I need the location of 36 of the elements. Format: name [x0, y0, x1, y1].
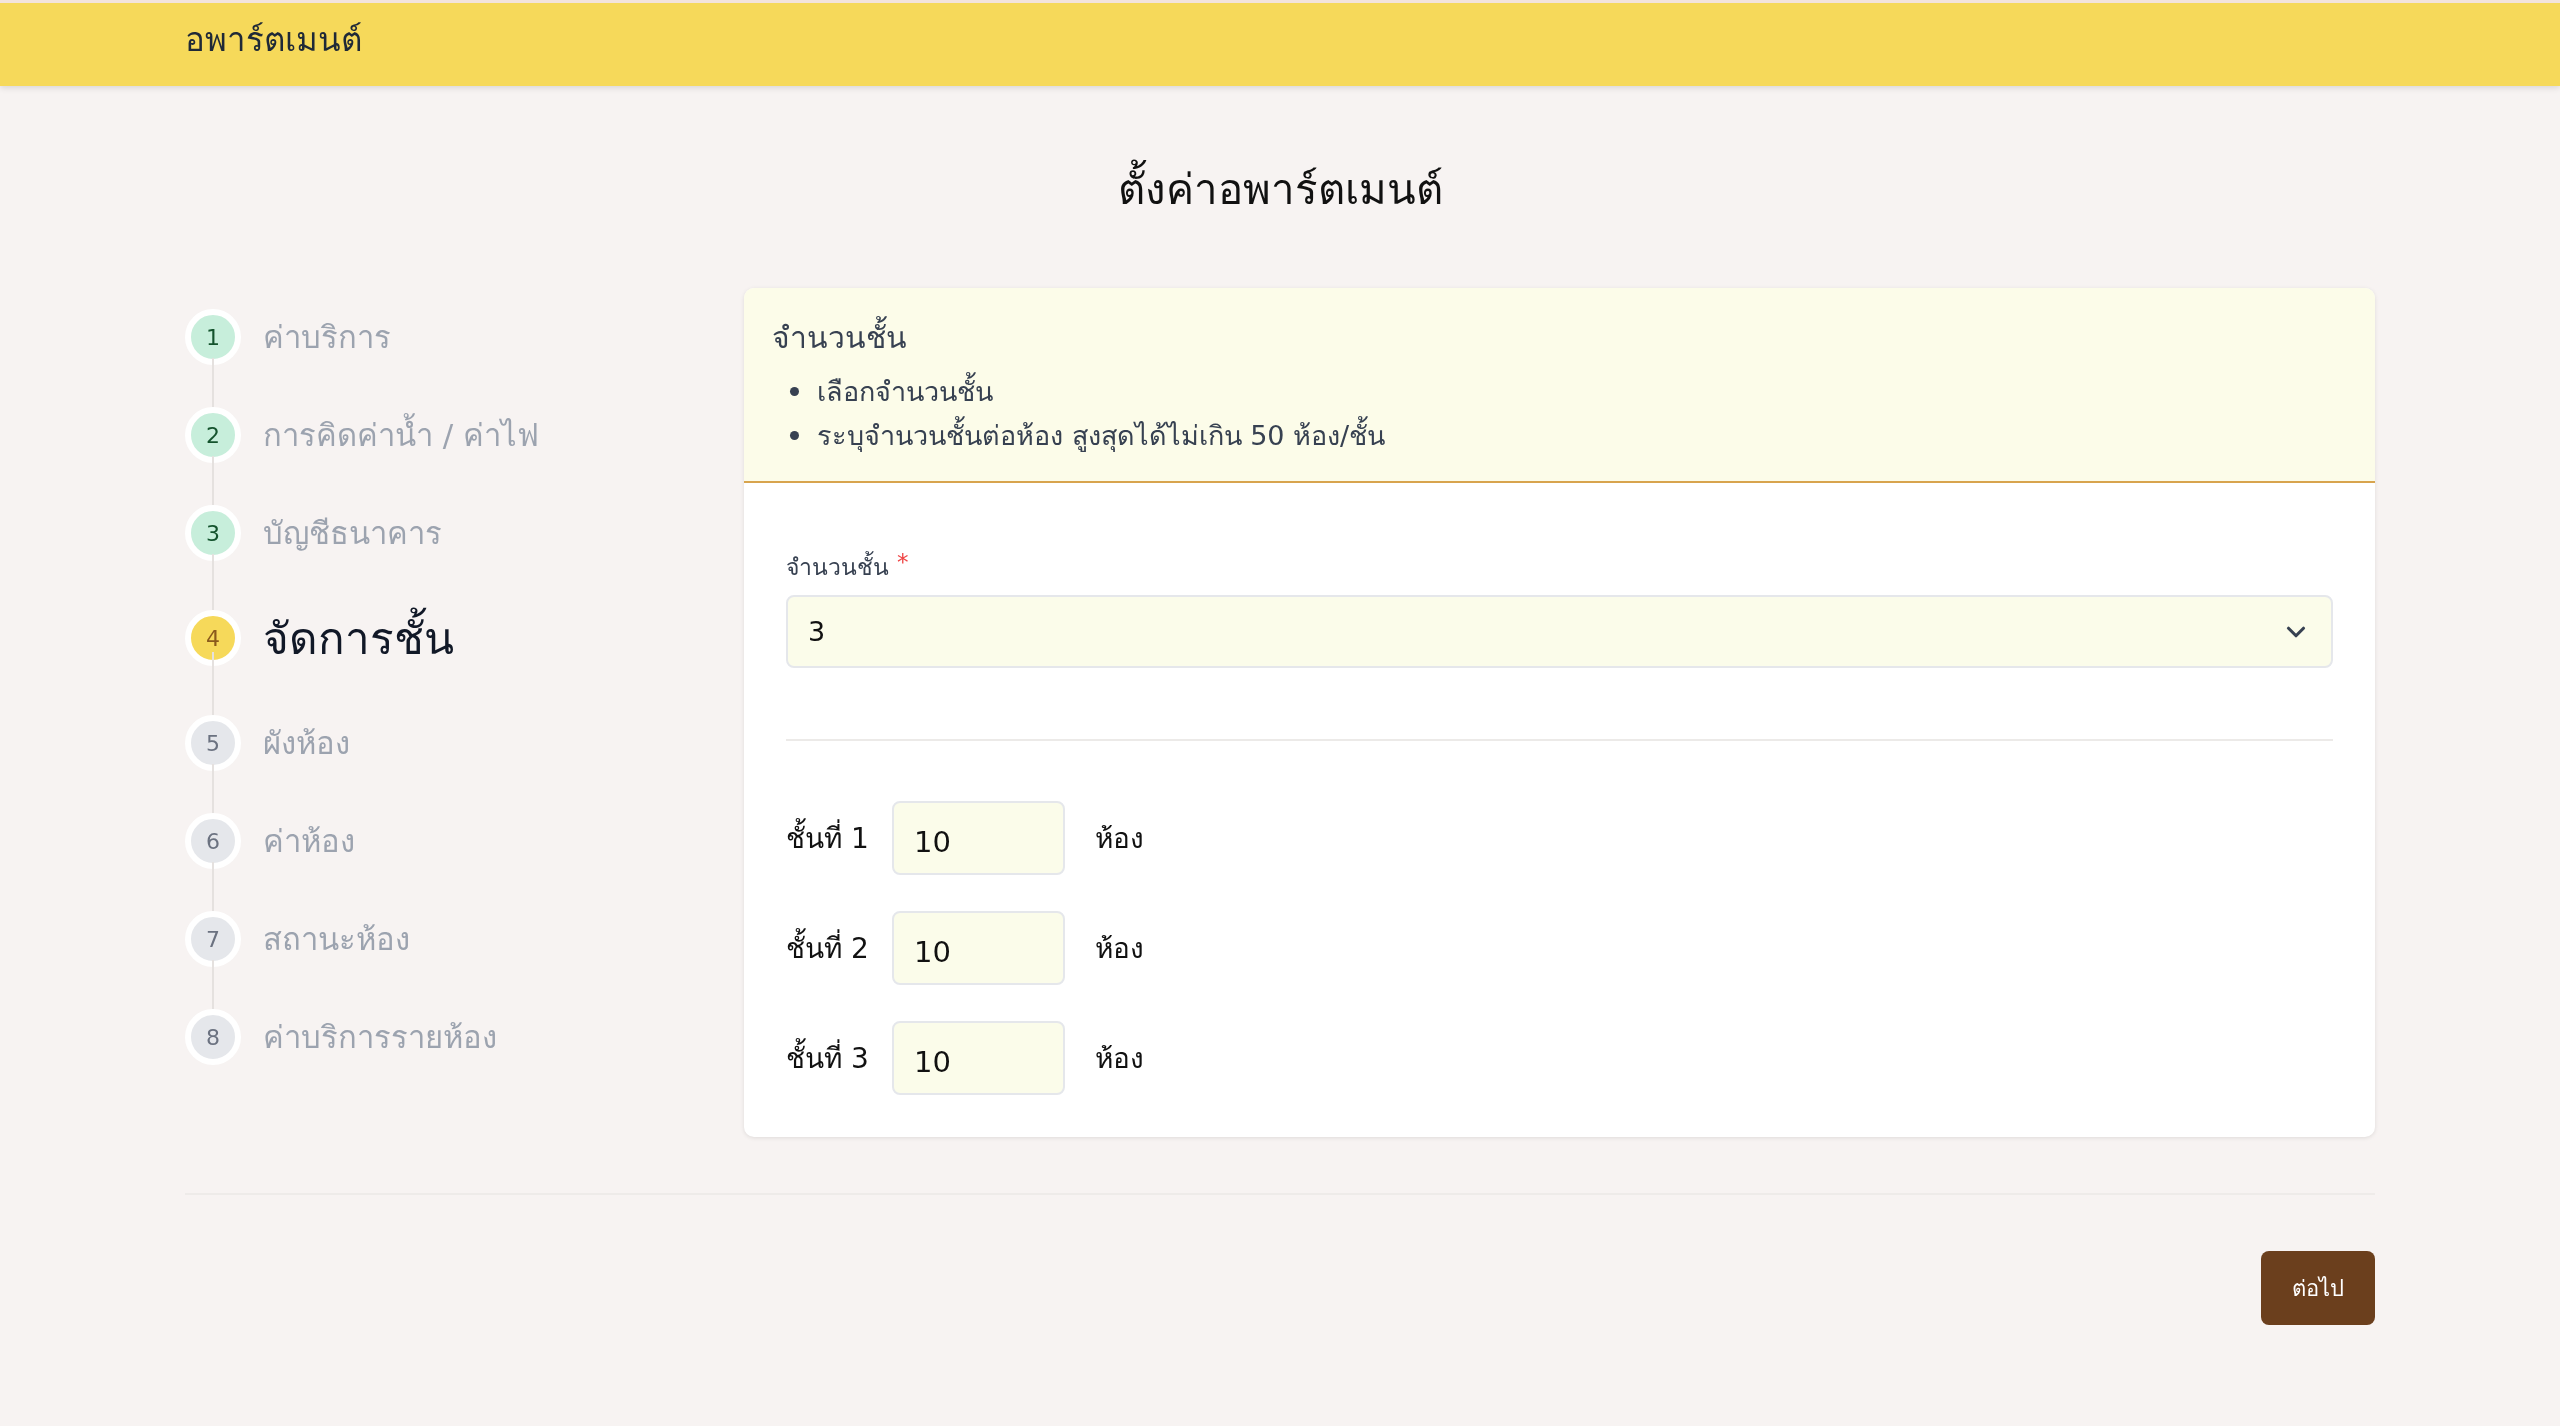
step-label[interactable]: ค่าบริการ: [263, 312, 391, 362]
floor-label: ชั้นที่ 1: [786, 816, 892, 860]
step-label[interactable]: บัญชีธนาคาร: [263, 508, 442, 558]
step-number[interactable]: 7: [185, 911, 241, 967]
step-number[interactable]: 2: [185, 407, 241, 463]
floor-label: ชั้นที่ 2: [786, 926, 892, 970]
room-count-input[interactable]: 10: [892, 1021, 1065, 1095]
info-text: ระบุจำนวนชั้นต่อห้อง สูงสุดได้ไม่เกิน 50 ห้อง/ชั้น: [817, 413, 1386, 457]
unit-label: ห้อง: [1095, 931, 1144, 967]
step-number[interactable]: 8: [185, 1009, 241, 1065]
step-label[interactable]: สถานะห้อง: [263, 914, 410, 964]
info-title: จำนวนชั้น: [772, 314, 2347, 361]
room-count-input[interactable]: 10: [892, 911, 1065, 985]
step-label[interactable]: ผังห้อง: [263, 718, 350, 768]
step-label[interactable]: จัดการชั้น: [263, 603, 454, 673]
step-number[interactable]: 5: [185, 715, 241, 771]
floor-count-select[interactable]: 3: [786, 595, 2333, 668]
page-title: ตั้งค่าอพาร์ตเมนต์: [185, 156, 2375, 222]
brand-title: อพาร์ตเมนต์: [185, 19, 362, 61]
unit-label: ห้อง: [1095, 821, 1144, 857]
step-label[interactable]: การคิดค่าน้ำ / ค่าไฟ: [263, 410, 540, 460]
step-label[interactable]: ค่าบริการรายห้อง: [263, 1012, 497, 1062]
next-button[interactable]: ต่อไป: [2261, 1251, 2375, 1325]
bullet-dot-icon: [790, 386, 799, 396]
info-text: เลือกจำนวนชั้น: [817, 369, 993, 413]
step-number[interactable]: 1: [185, 309, 241, 365]
step-number[interactable]: 4: [185, 610, 241, 666]
bullet-dot-icon: [790, 430, 799, 440]
step-number[interactable]: 3: [185, 505, 241, 561]
floor-label: ชั้นที่ 3: [786, 1036, 892, 1080]
step-label[interactable]: ค่าห้อง: [263, 816, 355, 866]
room-count-input[interactable]: 10: [892, 801, 1065, 875]
required-mark: *: [897, 549, 909, 577]
unit-label: ห้อง: [1095, 1041, 1144, 1077]
field-label: จำนวนชั้น: [786, 549, 889, 585]
step-number[interactable]: 6: [185, 813, 241, 869]
